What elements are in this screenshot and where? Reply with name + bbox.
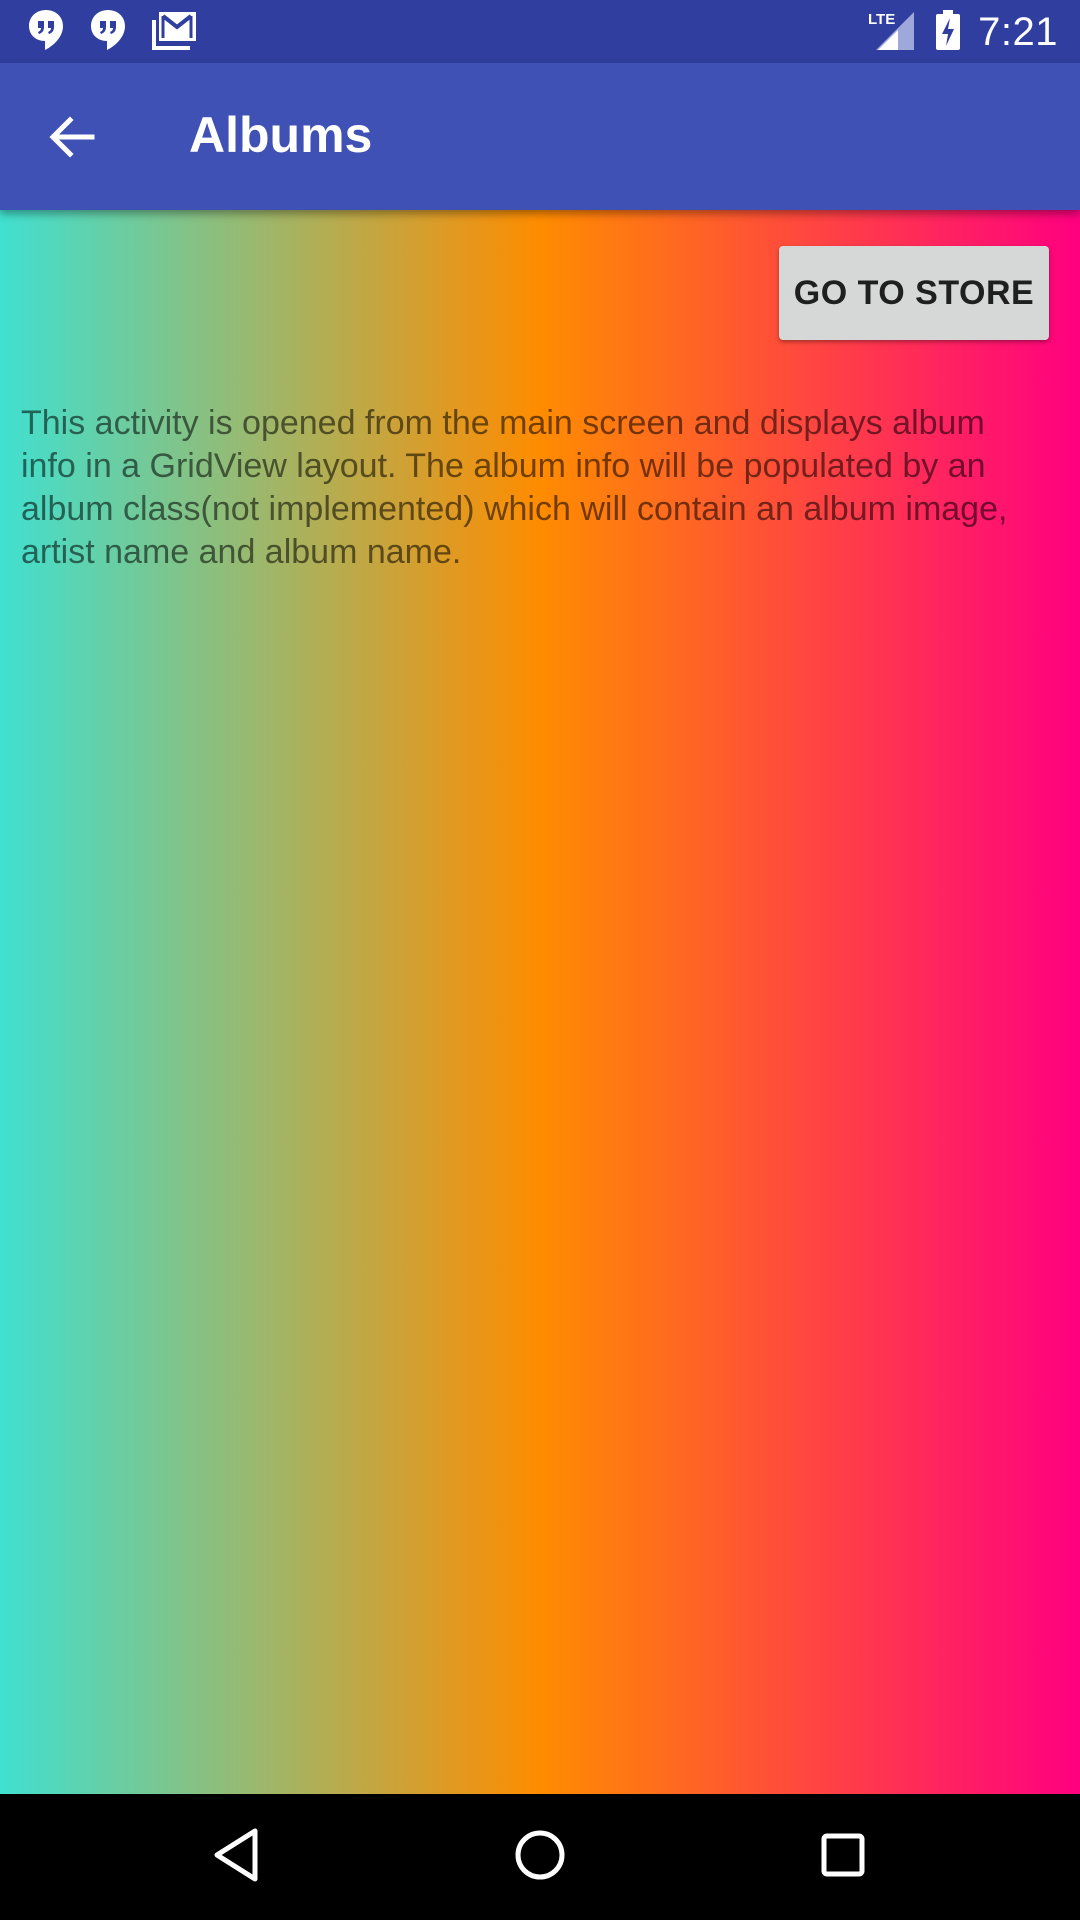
lte-signal-icon: LTE <box>868 8 918 57</box>
navigation-bar <box>0 1794 1080 1920</box>
recents-square-icon <box>818 1830 868 1885</box>
content-area: GO TO STORE This activity is opened from… <box>0 210 1080 1794</box>
nav-recents-button[interactable] <box>803 1817 883 1897</box>
status-bar: LTE 7:21 <box>0 0 1080 63</box>
back-triangle-icon <box>211 1827 261 1888</box>
app-bar: Albums <box>0 63 1080 210</box>
nav-back-button[interactable] <box>196 1817 276 1897</box>
back-button[interactable] <box>32 99 112 179</box>
hangouts-icon <box>28 8 64 57</box>
battery-charging-icon <box>934 8 962 57</box>
page-title: Albums <box>189 107 373 163</box>
nav-home-button[interactable] <box>500 1817 580 1897</box>
status-time: 7:21 <box>978 9 1058 54</box>
svg-text:LTE: LTE <box>868 11 895 28</box>
notification-icons <box>28 8 198 57</box>
go-to-store-button[interactable]: GO TO STORE <box>779 246 1049 340</box>
gmail-icon <box>152 10 198 55</box>
arrow-back-icon <box>48 115 96 164</box>
screen: LTE 7:21 Albums GO TO STORE This activit… <box>0 0 1080 1920</box>
home-circle-icon <box>512 1827 568 1888</box>
system-icons: LTE 7:21 <box>868 6 1058 58</box>
hangouts-icon <box>90 8 126 57</box>
description-text: This activity is opened from the main sc… <box>21 404 1008 571</box>
